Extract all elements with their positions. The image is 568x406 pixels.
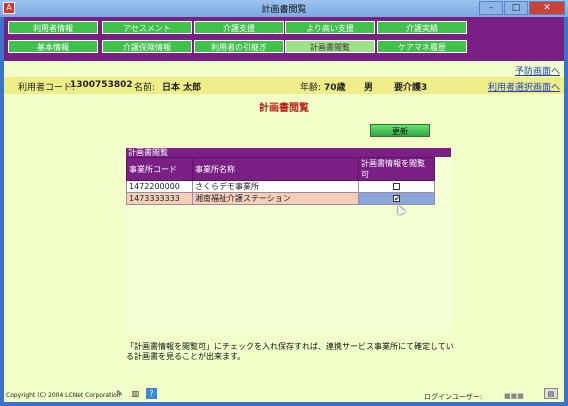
sub-bar: 予防画面へ — [4, 61, 564, 77]
main-nav: 利用者情報 アセスメント 介護支援 より高い支援 介護実績 基本情報 介護保険情… — [4, 17, 564, 61]
office-code-cell: 1472200000 — [126, 180, 193, 193]
copyright-text: Copyright (C) 2004 LCNet Corporation — [6, 392, 121, 399]
login-user-label: ログインユーザー: — [424, 393, 483, 401]
close-button[interactable]: ✕ — [529, 1, 565, 15]
office-name-cell: さくらデモ事業所 — [192, 180, 359, 193]
footer: Copyright (C) 2004 LCNet Corporation ✎ ▥… — [4, 386, 564, 402]
help-icon[interactable]: ? — [146, 388, 157, 399]
user-info-bar: 利用者コード: 1300753802 名前: 日本 太郎 年齢: 70歳 男 要… — [4, 77, 564, 94]
pen-icon[interactable]: ✎ — [114, 388, 125, 399]
help-note: 「計画書情報を閲覧可」にチェックを入れ保存すれば、連携サービス事業所にて確定して… — [126, 342, 454, 361]
tab-user-info[interactable]: 利用者情報 — [8, 21, 98, 34]
office-code-cell: 1473333333 — [126, 192, 193, 205]
tab-basic-info[interactable]: 基本情報 — [8, 40, 98, 53]
update-button[interactable]: 更新 — [370, 124, 430, 137]
prevention-screen-link[interactable]: 予防画面へ — [515, 64, 560, 77]
viewable-cell — [358, 180, 435, 193]
age-label: 年齢: — [300, 83, 322, 93]
tab-care-support[interactable]: 介護支援 — [194, 21, 284, 34]
care-level: 要介護3 — [394, 83, 428, 93]
user-name: 日本 太郎 — [162, 83, 202, 93]
office-name-cell: 湘南福祉介護ステーション — [192, 192, 359, 205]
printer-icon[interactable]: ▤ — [544, 388, 558, 399]
table-row[interactable]: 1473333333 湘南福祉介護ステーション ✔ — [126, 192, 435, 205]
tab-caremanager-history[interactable]: ケアマネ履歴 — [377, 40, 467, 53]
user-name-label: 名前: — [134, 83, 156, 93]
column-header-name: 事業所名称 — [192, 157, 359, 181]
books-icon[interactable]: ▥ — [130, 388, 141, 399]
tab-user-handover[interactable]: 利用者の引継ぎ — [194, 40, 284, 53]
column-header-code: 事業所コード — [126, 157, 193, 181]
tab-plan-view[interactable]: 計画書閲覧 — [285, 40, 375, 53]
user-code: 1300753802 — [70, 80, 133, 90]
app-frame: 利用者情報 アセスメント 介護支援 より高い支援 介護実績 基本情報 介護保険情… — [4, 17, 564, 402]
tab-assessment[interactable]: アセスメント — [102, 21, 192, 34]
login-user-name: ■■■ — [504, 392, 524, 400]
plan-view-panel: 計画書閲覧 事業所コード 事業所名称 計画書情報を閲覧可 1472200000 … — [126, 148, 451, 334]
maximize-button[interactable]: □ — [504, 1, 528, 15]
window-titlebar: A 計画書閲覧 – □ ✕ — [0, 0, 568, 17]
page-title: 計画書閲覧 — [259, 103, 309, 114]
viewable-checkbox[interactable]: ✔ — [393, 195, 400, 203]
sex-value: 男 — [364, 83, 374, 93]
table-row[interactable]: 1472200000 さくらデモ事業所 — [126, 180, 435, 193]
user-select-screen-link[interactable]: 利用者選択画面へ — [488, 80, 560, 93]
minimize-button[interactable]: – — [479, 1, 503, 15]
viewable-cell: ✔ — [358, 192, 435, 205]
tab-higher-support[interactable]: より高い支援 — [285, 21, 375, 34]
office-table: 事業所コード 事業所名称 計画書情報を閲覧可 1472200000 さくらデモ事… — [126, 157, 435, 205]
viewable-checkbox[interactable] — [393, 183, 400, 190]
age-value: 70歳 — [324, 83, 346, 93]
tab-care-results[interactable]: 介護実績 — [377, 21, 467, 34]
tab-insurance-info[interactable]: 介護保険情報 — [102, 40, 192, 53]
user-code-label: 利用者コード: — [18, 83, 76, 93]
column-header-viewable: 計画書情報を閲覧可 — [358, 157, 435, 181]
panel-header: 計画書閲覧 — [126, 148, 451, 157]
